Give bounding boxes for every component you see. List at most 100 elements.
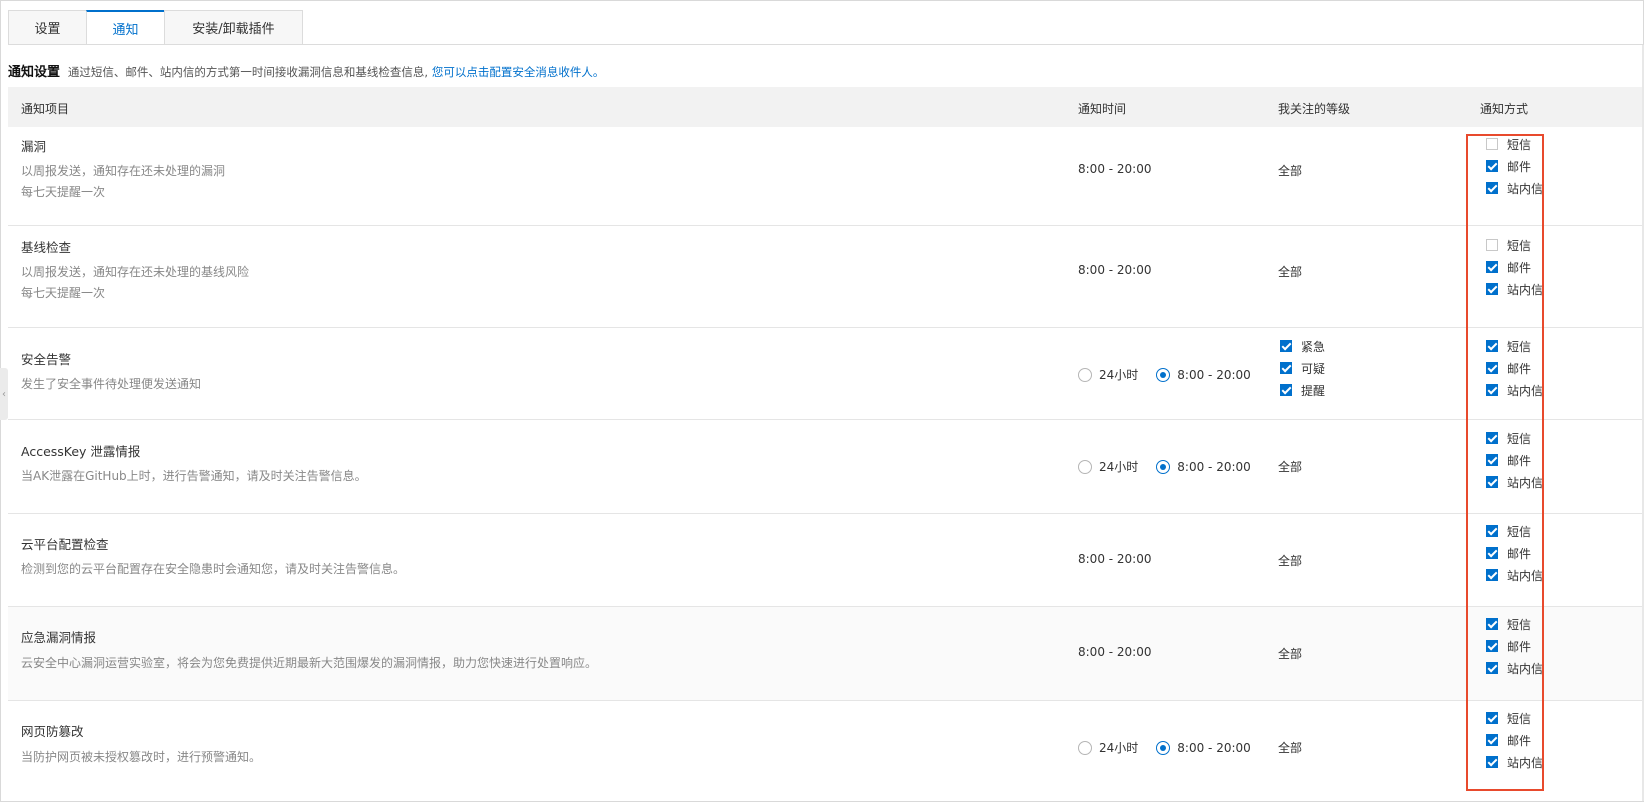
sms-checkbox[interactable]: [1486, 712, 1498, 724]
table-row: 云平台配置检查 检测到您的云平台配置存在安全隐患时会通知您，请及时关注告警信息。…: [8, 514, 1642, 607]
item-description: 当AK泄露在GitHub上时，进行告警通知，请及时关注告警信息。: [21, 469, 367, 483]
time-24h-radio[interactable]: [1078, 367, 1092, 382]
email-checkbox[interactable]: [1486, 454, 1498, 466]
inbox-message-label: 站内信: [1507, 568, 1544, 583]
inbox-message-checkbox[interactable]: [1486, 756, 1498, 768]
method-checkbox-group: 短信 邮件 站内信: [1486, 613, 1543, 679]
notify-time: 8:00 - 20:00: [1078, 162, 1152, 176]
sms-label: 短信: [1507, 137, 1532, 152]
time-daytime-label: 8:00 - 20:00: [1177, 740, 1251, 755]
sms-checkbox[interactable]: [1486, 239, 1498, 251]
sms-checkbox[interactable]: [1486, 138, 1498, 150]
level-checkbox-group: 紧急 可疑 提醒: [1280, 335, 1325, 401]
email-checkbox[interactable]: [1486, 362, 1498, 374]
time-24h-label: 24小时: [1099, 741, 1139, 755]
sms-label: 短信: [1507, 238, 1532, 253]
column-header-method: 通知方式: [1480, 102, 1529, 116]
sms-checkbox[interactable]: [1486, 432, 1498, 444]
email-checkbox[interactable]: [1486, 640, 1498, 652]
sms-label: 短信: [1507, 711, 1532, 726]
level-urgent-checkbox[interactable]: [1280, 340, 1292, 352]
item-description: 发生了安全事件待处理便发送通知: [21, 377, 202, 391]
tab-bar: 设置 通知 安装/卸载插件: [8, 10, 303, 45]
column-header-level: 我关注的等级: [1278, 102, 1351, 116]
level-reminder-label: 提醒: [1301, 383, 1326, 398]
sms-label: 短信: [1507, 524, 1532, 539]
section-description: 通过短信、邮件、站内信的方式第一时间接收漏洞信息和基线检查信息,: [67, 65, 428, 79]
configure-recipients-link[interactable]: 您可以点击配置安全消息收件人。: [432, 65, 605, 79]
level-urgent-label: 紧急: [1301, 339, 1326, 354]
inbox-message-label: 站内信: [1507, 755, 1544, 770]
item-description: 每七天提醒一次: [21, 185, 106, 199]
time-24h-radio[interactable]: [1078, 740, 1092, 755]
time-daytime-radio[interactable]: [1156, 740, 1171, 755]
email-label: 邮件: [1507, 453, 1532, 468]
email-label: 邮件: [1507, 260, 1532, 275]
inbox-message-checkbox[interactable]: [1486, 569, 1498, 581]
notify-level: 全部: [1278, 647, 1303, 661]
item-title: 安全告警: [21, 352, 72, 367]
time-24h-label: 24小时: [1099, 460, 1139, 474]
method-checkbox-group: 短信 邮件 站内信: [1486, 335, 1543, 401]
inbox-message-checkbox[interactable]: [1486, 384, 1498, 396]
item-title: 网页防篡改: [21, 724, 84, 739]
table-row: 安全告警 发生了安全事件待处理便发送通知 24小时 8:00 - 20:00 紧…: [8, 328, 1642, 420]
item-description: 每七天提醒一次: [21, 286, 106, 300]
method-checkbox-group: 短信 邮件 站内信: [1486, 234, 1543, 300]
inbox-message-checkbox[interactable]: [1486, 662, 1498, 674]
item-title: 漏洞: [21, 139, 47, 154]
section-title: 通知设置: [8, 65, 61, 80]
inbox-message-checkbox[interactable]: [1486, 182, 1498, 194]
method-checkbox-group: 短信 邮件 站内信: [1486, 133, 1543, 199]
sms-label: 短信: [1507, 339, 1532, 354]
section-header: 通知设置 通过短信、邮件、站内信的方式第一时间接收漏洞信息和基线检查信息, 您可…: [8, 61, 604, 80]
level-reminder-checkbox[interactable]: [1280, 384, 1292, 396]
inbox-message-label: 站内信: [1507, 181, 1544, 196]
table-row: 漏洞 以周报发送，通知存在还未处理的漏洞 每七天提醒一次 8:00 - 20:0…: [8, 127, 1642, 226]
inbox-message-label: 站内信: [1507, 383, 1544, 398]
table-row: 网页防篡改 当防护网页被未授权篡改时，进行预警通知。 24小时 8:00 - 2…: [8, 701, 1642, 799]
email-label: 邮件: [1507, 546, 1532, 561]
table-row: 应急漏洞情报 云安全中心漏洞运营实验室，将会为您免费提供近期最新大范围爆发的漏洞…: [8, 607, 1642, 701]
inbox-message-checkbox[interactable]: [1486, 476, 1498, 488]
email-label: 邮件: [1507, 639, 1532, 654]
item-title: 基线检查: [21, 240, 72, 255]
column-header-time: 通知时间: [1078, 102, 1127, 116]
tab-install-uninstall-plugin[interactable]: 安装/卸载插件: [164, 10, 303, 45]
sms-checkbox[interactable]: [1486, 618, 1498, 630]
time-24h-radio[interactable]: [1078, 459, 1092, 474]
email-checkbox[interactable]: [1486, 547, 1498, 559]
item-description: 以周报发送，通知存在还未处理的基线风险: [21, 265, 250, 279]
table-row: AccessKey 泄露情报 当AK泄露在GitHub上时，进行告警通知，请及时…: [8, 420, 1642, 514]
sms-label: 短信: [1507, 617, 1532, 632]
time-daytime-radio[interactable]: [1156, 459, 1171, 474]
email-label: 邮件: [1507, 159, 1532, 174]
time-24h-label: 24小时: [1099, 368, 1139, 382]
time-daytime-label: 8:00 - 20:00: [1177, 367, 1251, 382]
item-description: 当防护网页被未授权篡改时，进行预警通知。: [21, 750, 262, 764]
notify-time-radio-group: 24小时 8:00 - 20:00: [1078, 739, 1251, 756]
chevron-left-icon[interactable]: ‹: [0, 368, 8, 420]
inbox-message-checkbox[interactable]: [1486, 283, 1498, 295]
tab-divider: [8, 44, 1644, 45]
time-daytime-radio[interactable]: [1156, 367, 1171, 382]
sms-checkbox[interactable]: [1486, 525, 1498, 537]
tab-notifications[interactable]: 通知: [86, 10, 164, 45]
item-description: 以周报发送，通知存在还未处理的漏洞: [21, 164, 226, 178]
method-checkbox-group: 短信 邮件 站内信: [1486, 520, 1543, 586]
item-description: 云安全中心漏洞运营实验室，将会为您免费提供近期最新大范围爆发的漏洞情报，助力您快…: [21, 656, 598, 670]
email-checkbox[interactable]: [1486, 261, 1498, 273]
inbox-message-label: 站内信: [1507, 282, 1544, 297]
sms-checkbox[interactable]: [1486, 340, 1498, 352]
email-label: 邮件: [1507, 361, 1532, 376]
inbox-message-label: 站内信: [1507, 475, 1544, 490]
level-suspicious-checkbox[interactable]: [1280, 362, 1292, 374]
tab-settings[interactable]: 设置: [8, 10, 86, 45]
email-checkbox[interactable]: [1486, 160, 1498, 172]
email-checkbox[interactable]: [1486, 734, 1498, 746]
table-row: 基线检查 以周报发送，通知存在还未处理的基线风险 每七天提醒一次 8:00 - …: [8, 226, 1642, 328]
method-checkbox-group: 短信 邮件 站内信: [1486, 427, 1543, 493]
table-header: 通知项目 通知时间 我关注的等级 通知方式: [8, 87, 1642, 127]
sms-label: 短信: [1507, 431, 1532, 446]
item-description: 检测到您的云平台配置存在安全隐患时会通知您，请及时关注告警信息。: [21, 562, 406, 576]
